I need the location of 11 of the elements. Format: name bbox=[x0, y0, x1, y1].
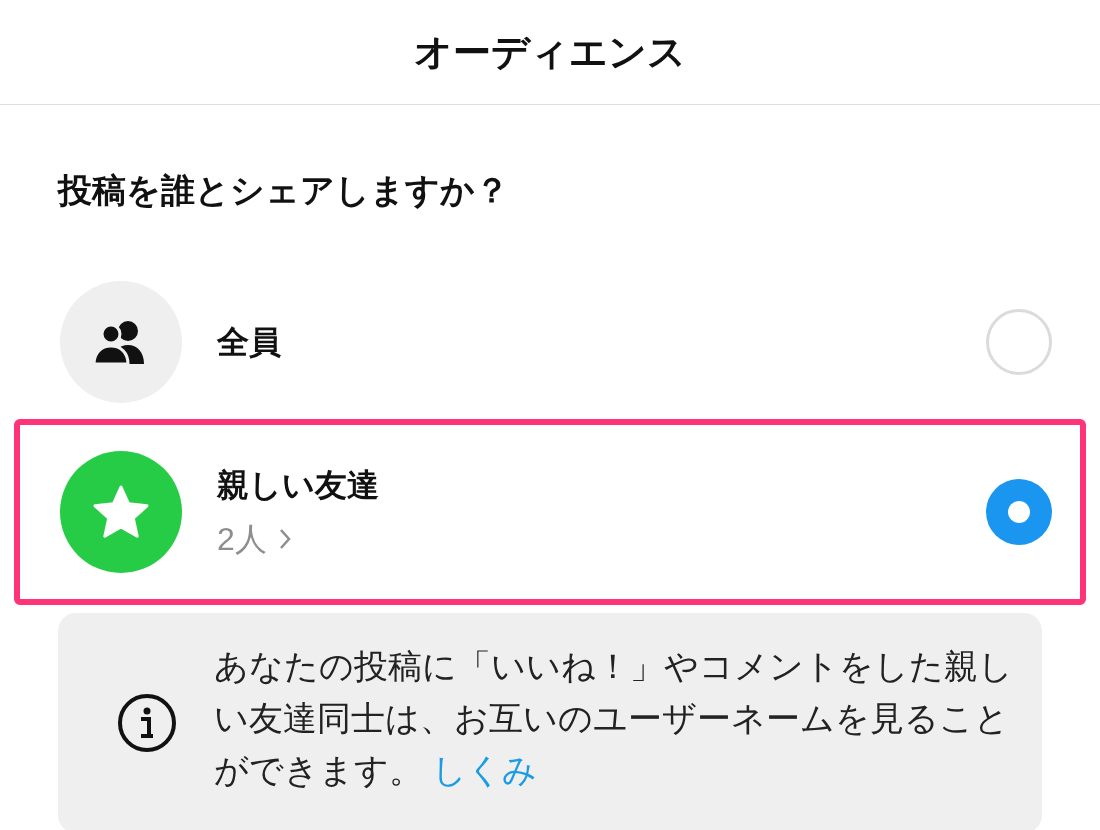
member-count[interactable]: 2人 bbox=[217, 515, 267, 563]
info-text: あなたの投稿に「いいね！」やコメントをした親しい友達同士は、お互いのユーザーネームを見ることができます。 しくみ bbox=[214, 646, 1014, 791]
page-title: オーディエンス bbox=[414, 29, 686, 75]
info-icon bbox=[116, 692, 178, 754]
chevron-right-icon[interactable] bbox=[278, 528, 291, 550]
option-label: 全員 bbox=[217, 323, 282, 362]
star-icon bbox=[93, 485, 149, 539]
option-label: 親しい友達 bbox=[217, 466, 380, 505]
learn-more-link[interactable]: しくみ bbox=[432, 751, 538, 789]
question-heading: 投稿を誰とシェアしますか？ bbox=[58, 171, 509, 209]
radio-button[interactable] bbox=[986, 309, 1052, 375]
